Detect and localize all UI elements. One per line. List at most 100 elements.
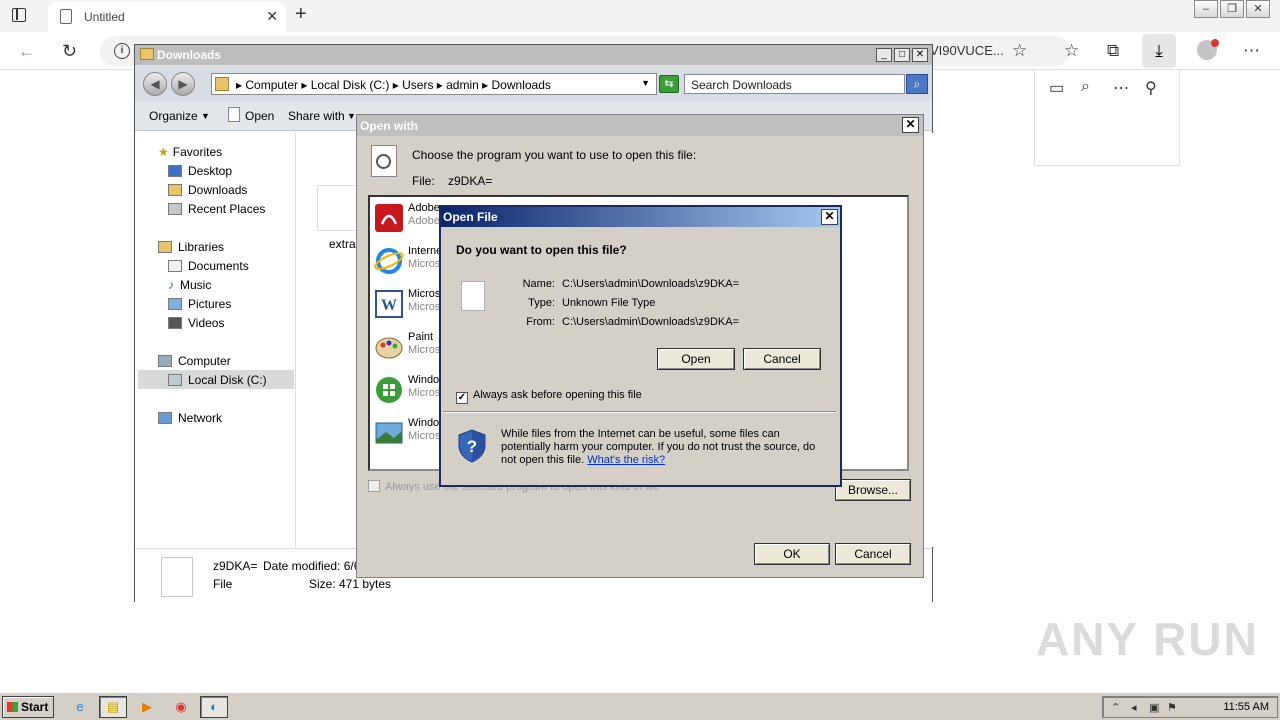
always-ask-checkbox[interactable]: ✓ Always ask before opening this file [456, 389, 642, 404]
open-file-dialog: Open File ✕ Do you want to open this fil… [439, 205, 842, 487]
favorites-icon[interactable]: ☆ [1064, 41, 1079, 61]
explorer-taskbar-icon[interactable]: ▤ [99, 696, 127, 718]
open-button[interactable]: Open [657, 348, 735, 370]
open-button[interactable]: Open [245, 109, 274, 123]
type-value: Unknown File Type [562, 297, 656, 309]
media-player-icon[interactable]: ▶ [133, 696, 161, 718]
detail-name: z9DKA= [213, 559, 258, 573]
program-item-paint[interactable]: Paint Micros [370, 328, 442, 368]
nav-music[interactable]: ♪ Music [168, 278, 211, 292]
restore-button[interactable]: ❐ [1220, 0, 1244, 18]
close-tab-icon[interactable]: ✕ [266, 8, 278, 25]
search-icon[interactable]: ⌕ [1081, 78, 1090, 96]
videos-icon [168, 317, 182, 329]
more-icon[interactable]: ⋯ [1243, 41, 1260, 61]
program-item-adobe[interactable]: Adobe Adobe [370, 199, 442, 239]
photo-viewer-icon [375, 422, 403, 444]
computer-icon [158, 355, 172, 367]
nav-label: Music [180, 278, 212, 292]
explorer-window-controls: _ □ ✕ [874, 48, 928, 62]
program-publisher: Micros [408, 301, 441, 313]
breadcrumb[interactable]: ▸ Computer ▸ Local Disk (C:) ▸ Users ▸ a… [211, 73, 657, 95]
search-document-icon [371, 145, 397, 177]
nav-local-disk[interactable]: Local Disk (C:) [168, 373, 267, 387]
nav-recent-places[interactable]: Recent Places [168, 202, 265, 216]
back-arrow-icon[interactable]: ← [18, 41, 36, 62]
browser-tab[interactable]: Untitled ✕ [48, 2, 286, 32]
chevron-down-icon[interactable]: ▼ [641, 78, 650, 88]
name-label: Name: [522, 278, 555, 290]
minimize-button[interactable]: _ [876, 48, 892, 62]
close-button[interactable]: ✕ [902, 117, 919, 133]
file-label[interactable]: extra [329, 237, 356, 251]
cancel-button[interactable]: Cancel [743, 348, 821, 370]
nav-label: Recent Places [188, 202, 266, 216]
plus-icon[interactable]: + [295, 3, 307, 26]
downloads-icon[interactable]: ⤓ [1142, 34, 1176, 68]
nav-documents[interactable]: Documents [168, 259, 249, 273]
open-file-title-bar: Open File ✕ [441, 207, 840, 227]
nav-favorites[interactable]: ★ Favorites [158, 145, 222, 159]
collections-icon[interactable]: ⧉ [1107, 41, 1119, 61]
svg-text:W: W [381, 297, 397, 314]
close-button[interactable]: ✕ [912, 48, 928, 62]
recent-icon [168, 203, 182, 215]
share-with-button[interactable]: Share with [288, 109, 345, 123]
ok-button[interactable]: OK [754, 543, 830, 565]
tab-actions-icon[interactable] [12, 8, 26, 22]
nav-pictures[interactable]: Pictures [168, 297, 231, 311]
nav-network[interactable]: Network [158, 411, 222, 425]
edge-icon[interactable]: ◐ [200, 696, 228, 718]
chevron-down-icon[interactable]: ▼ [347, 111, 356, 121]
risk-link[interactable]: What's the risk? [587, 454, 665, 466]
search-icon[interactable]: ⌕ [906, 74, 928, 94]
star-icon: ★ [158, 145, 169, 159]
chrome-icon[interactable]: ◉ [167, 696, 195, 718]
back-arrow-icon[interactable]: ◀ [143, 72, 167, 96]
pin-icon[interactable]: ⚲ [1145, 78, 1157, 98]
folder-icon[interactable]: ▭ [1049, 78, 1064, 98]
close-button[interactable]: ✕ [821, 209, 838, 225]
address-row: ◀ ▶ ▸ Computer ▸ Local Disk (C:) ▸ Users… [135, 65, 932, 101]
avatar[interactable] [1197, 39, 1219, 60]
open-with-title: Open with [360, 119, 418, 133]
organize-button[interactable]: Organize [149, 109, 198, 123]
program-item-windows-1[interactable]: Windo Micros [370, 371, 442, 411]
from-label: From: [526, 316, 555, 328]
cancel-button[interactable]: Cancel [835, 543, 911, 565]
taskbar: Start e ▤ ▶ ◉ ◐ ⌃ ◂ ▣ ⚑ 11:55 AM [0, 692, 1280, 720]
chevron-up-icon[interactable]: ⌃ [1111, 701, 1120, 714]
network-icon[interactable]: ▣ [1149, 701, 1159, 714]
nav-libraries[interactable]: Libraries [158, 240, 224, 254]
minimize-button[interactable]: – [1194, 0, 1218, 18]
nav-label: Downloads [188, 183, 248, 197]
nav-computer[interactable]: Computer [158, 354, 231, 368]
nav-desktop[interactable]: Desktop [168, 164, 232, 178]
internet-explorer-icon[interactable]: e [66, 696, 94, 718]
chevron-down-icon[interactable]: ▼ [201, 111, 210, 121]
checkbox-box[interactable] [368, 480, 380, 492]
refresh-icon[interactable]: ↻ [62, 41, 77, 62]
info-icon[interactable]: i [114, 43, 130, 59]
word-icon: W [375, 290, 403, 318]
adobe-acrobat-icon [375, 204, 403, 232]
browse-button[interactable]: Browse... [835, 479, 911, 501]
speaker-icon[interactable]: ◂ [1131, 701, 1137, 714]
program-item-word[interactable]: W Micros Micros [370, 285, 442, 325]
checkmark-icon[interactable]: ✓ [456, 392, 468, 404]
maximize-button[interactable]: □ [894, 48, 910, 62]
flag-icon[interactable]: ⚑ [1167, 701, 1177, 714]
nav-downloads[interactable]: Downloads [168, 183, 247, 197]
program-item-windows-2[interactable]: Windo Micros [370, 414, 442, 454]
add-favorite-icon[interactable]: ☆ [1012, 41, 1027, 61]
search-placeholder: Search Downloads [691, 78, 792, 92]
forward-arrow-icon[interactable]: ▶ [171, 72, 195, 96]
refresh-icon[interactable]: ⇆ [659, 75, 679, 93]
nav-videos[interactable]: Videos [168, 316, 224, 330]
search-input[interactable]: Search Downloads [684, 74, 905, 94]
more-options-icon[interactable]: ⋯ [1113, 78, 1129, 98]
detail-modified: Date modified: 6/6/ [263, 559, 364, 573]
close-window-button[interactable]: ✕ [1246, 0, 1270, 18]
start-button[interactable]: Start [2, 696, 54, 718]
program-item-internet-explorer[interactable]: Interne Micros [370, 242, 442, 282]
